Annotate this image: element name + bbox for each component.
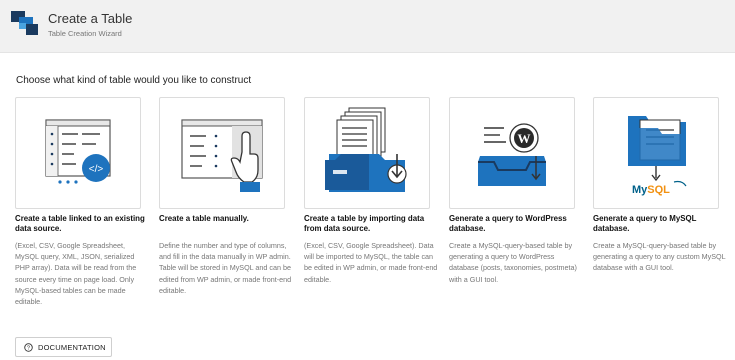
card-description-wordpress: Create a MySQL-query-based table by gene… <box>449 241 577 284</box>
question-circle-icon: ? <box>24 342 33 352</box>
table-linked-datasource-icon: </> <box>45 119 111 184</box>
card-title-wordpress[interactable]: Generate a query to WordPress database. <box>449 214 581 234</box>
card-manual-table[interactable] <box>159 97 285 209</box>
page-heading: Choose what kind of table would you like… <box>16 75 252 86</box>
svg-text:W: W <box>518 131 531 146</box>
card-import-table[interactable] <box>304 97 430 209</box>
documentation-button[interactable]: ? DOCUMENTATION <box>15 337 112 357</box>
wizard-header: Create a Table Table Creation Wizard <box>0 0 735 53</box>
card-linked-table[interactable]: </> <box>15 97 141 209</box>
import-data-icon <box>325 107 407 192</box>
app-subtitle: Table Creation Wizard <box>48 29 122 38</box>
card-title-linked[interactable]: Create a table linked to an existing dat… <box>15 214 147 234</box>
mysql-logo-text: MySQL <box>632 184 670 196</box>
card-title-mysql[interactable]: Generate a query to MySQL database. <box>593 214 725 234</box>
app-title: Create a Table <box>48 11 133 26</box>
wordpress-query-icon: W <box>478 123 546 186</box>
table-wizard-logo <box>11 11 38 35</box>
documentation-label: DOCUMENTATION <box>38 342 106 352</box>
card-description-linked: (Excel, CSV, Google Spreadsheet, MySQL q… <box>15 241 137 307</box>
svg-text:</>: </> <box>89 164 104 175</box>
card-title-manual[interactable]: Create a table manually. <box>159 214 291 224</box>
card-description-manual: Define the number and type of columns, a… <box>159 241 292 295</box>
card-title-import[interactable]: Create a table by importing data from da… <box>304 214 436 234</box>
card-description-import: (Excel, CSV, Google Spreadsheet). Data w… <box>304 241 438 284</box>
card-mysql-query[interactable]: MySQL <box>593 97 719 209</box>
table-manual-icon <box>181 119 263 192</box>
card-description-mysql: Create a MySQL-query-based table by gene… <box>593 241 726 273</box>
card-wordpress-query[interactable]: W <box>449 97 575 209</box>
svg-text:?: ? <box>27 345 31 351</box>
mysql-query-icon: MySQL <box>628 116 687 196</box>
